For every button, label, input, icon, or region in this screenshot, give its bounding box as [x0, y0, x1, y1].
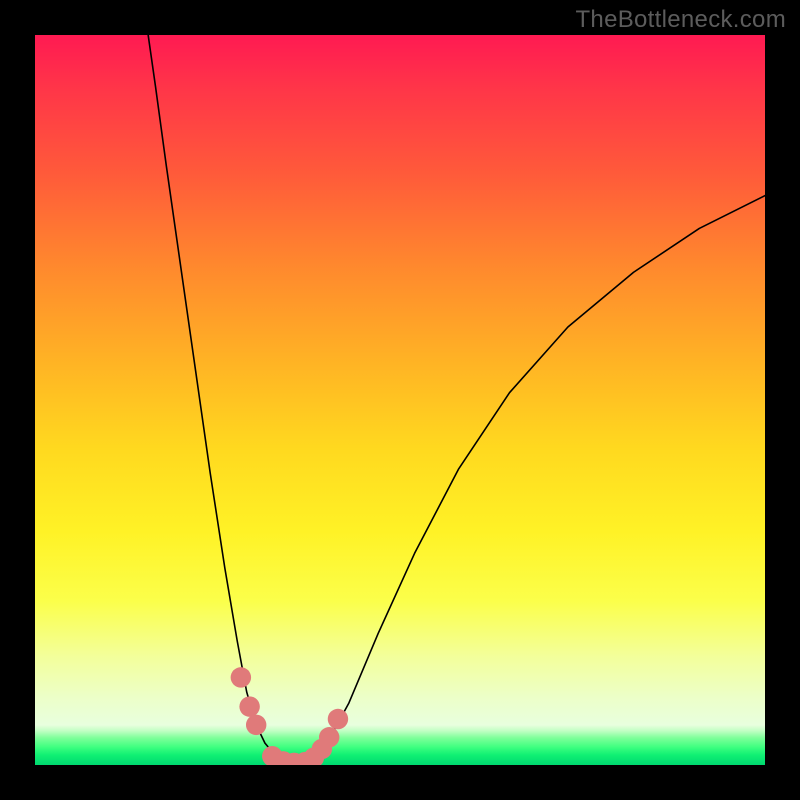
data-marker: [319, 727, 339, 747]
data-marker: [246, 715, 266, 735]
watermark-text: TheBottleneck.com: [575, 6, 786, 34]
bottleneck-curve: [35, 35, 765, 765]
data-marker: [239, 696, 259, 716]
curve-right-branch: [298, 196, 765, 765]
plot-area: [35, 35, 765, 765]
chart-frame: TheBottleneck.com: [0, 0, 800, 800]
data-marker: [231, 667, 251, 687]
curve-left-branch: [148, 35, 298, 765]
data-marker: [328, 709, 348, 729]
